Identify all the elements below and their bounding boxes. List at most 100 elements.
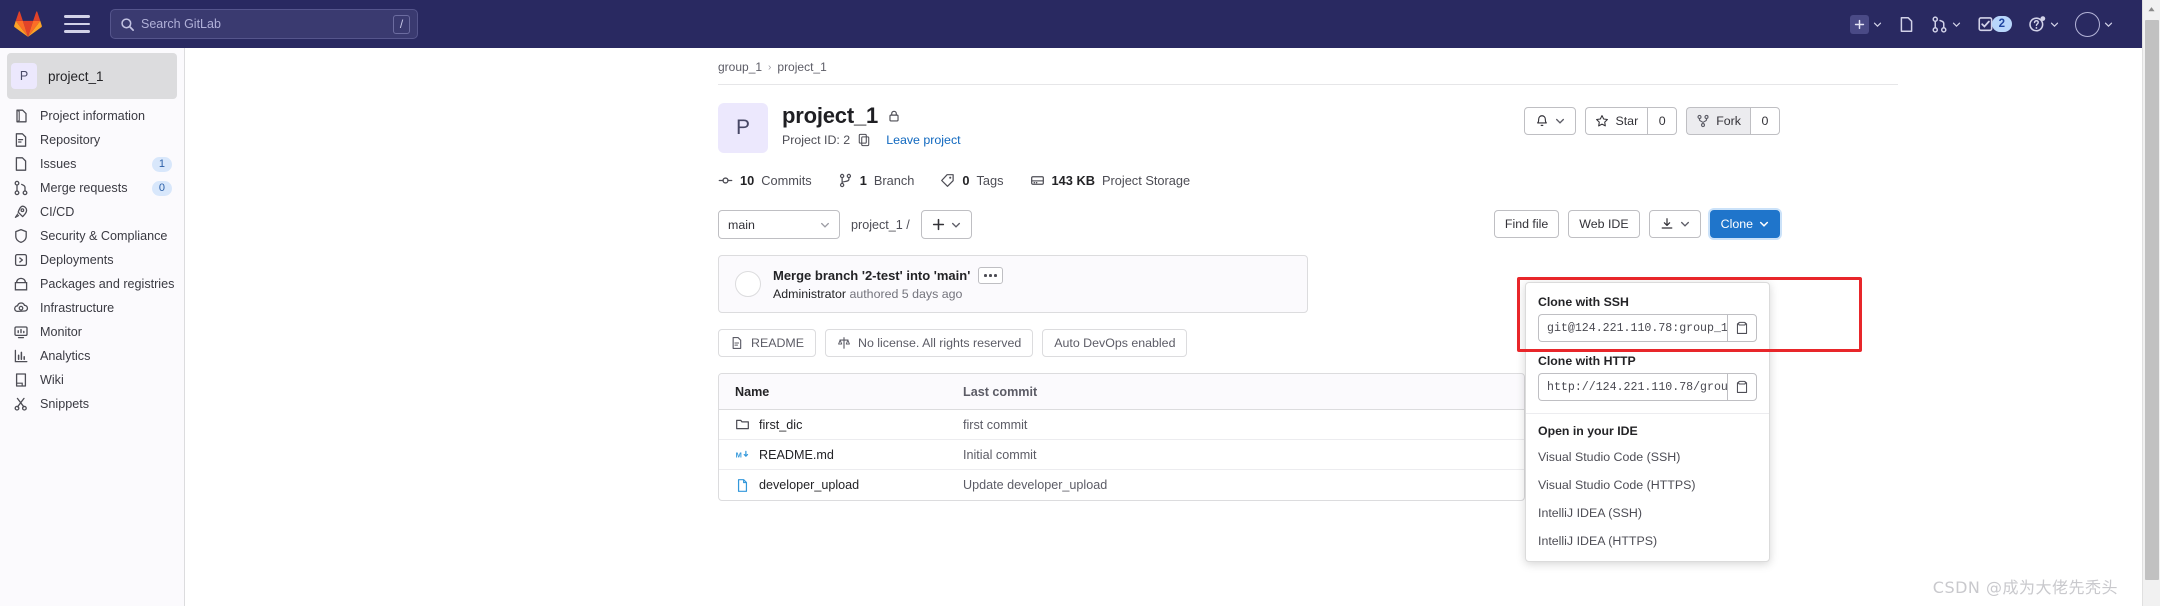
sidebar-item-packages-and-registries[interactable]: Packages and registries — [0, 272, 184, 296]
gitlab-project-page: / — [0, 0, 2160, 606]
file-name[interactable]: developer_upload — [759, 478, 859, 492]
sidebar-item-count: 1 — [151, 156, 172, 172]
commit-icon — [718, 177, 733, 184]
plus-icon — [932, 218, 944, 231]
sidebar-item-infrastructure[interactable]: Infrastructure — [0, 296, 184, 320]
merge-requests-dropdown-button[interactable] — [1924, 0, 1968, 48]
help-dropdown-button[interactable] — [2021, 0, 2066, 48]
stat-label: Project Storage — [1101, 173, 1191, 188]
branch-icon — [839, 173, 851, 188]
table-row[interactable]: M README.md Initial commit — [719, 440, 1524, 470]
file-last-commit[interactable]: first commit — [963, 418, 1524, 432]
sidebar-item-security-compliance[interactable]: Security & Compliance — [0, 224, 184, 248]
last-commit-card: Merge branch '2-test' into 'main' Admini… — [718, 255, 1308, 313]
download-source-dropdown[interactable] — [1648, 210, 1701, 238]
stat-commits[interactable]: 10 Commits — [718, 173, 812, 188]
stat-storage[interactable]: 143 KB Project Storage — [1030, 173, 1191, 188]
sidebar-item-label: Security & Compliance — [40, 229, 168, 243]
readme-doc-icon — [732, 337, 742, 349]
watermark-text: CSDN @成为大佬先秃头 — [1932, 578, 2118, 597]
auto-devops-badge[interactable]: Auto DevOps enabled — [1042, 329, 1188, 357]
sidebar-project-header[interactable]: P project_1 — [7, 53, 177, 99]
issues-link-button[interactable] — [1891, 0, 1922, 48]
leave-project-link[interactable]: Leave project — [886, 133, 960, 147]
sidebar-item-label: Analytics — [40, 349, 91, 363]
table-row[interactable]: developer_upload Update developer_upload — [719, 470, 1524, 500]
sidebar-item-merge-requests[interactable]: Merge requests 0 — [0, 176, 184, 200]
clone-dropdown-panel: Clone with SSH git@124.221.110.78:group_… — [1525, 282, 1770, 562]
plus-square-icon — [1849, 14, 1869, 34]
commit-author[interactable]: Administrator — [773, 287, 846, 301]
file-name[interactable]: README.md — [759, 448, 834, 462]
sidebar-item-ci-cd[interactable]: CI/CD — [0, 200, 184, 224]
file-last-commit[interactable]: Initial commit — [963, 448, 1524, 462]
breadcrumb-group[interactable]: group_1 — [718, 60, 762, 74]
ide-option-vscode-https[interactable]: Visual Studio Code (HTTPS) — [1526, 471, 1769, 499]
copy-http-url-button[interactable] — [1727, 373, 1757, 401]
sidebar-item-count: 0 — [151, 180, 172, 196]
avatar-icon — [2075, 11, 2100, 37]
star-label: Star — [1615, 114, 1639, 128]
copy-to-clipboard-icon[interactable] — [857, 133, 871, 147]
notification-dropdown-button[interactable] — [1524, 107, 1577, 135]
web-ide-button[interactable]: Web IDE — [1568, 210, 1640, 238]
search-shortcut-key: / — [393, 14, 410, 34]
clone-http-url-input[interactable]: http://124.221.110.78/group_1/p — [1538, 373, 1727, 401]
search-bar[interactable]: / — [110, 9, 418, 39]
ide-option-intellij-ssh[interactable]: IntelliJ IDEA (SSH) — [1526, 499, 1769, 527]
sidebar-item-analytics[interactable]: Analytics — [0, 344, 184, 368]
repo-path: project_1 / — [851, 217, 910, 232]
ellipsis-icon[interactable] — [978, 267, 1004, 284]
gitlab-logo[interactable] — [14, 10, 42, 38]
commit-message[interactable]: Merge branch '2-test' into 'main' — [773, 268, 970, 283]
ide-option-intellij-https[interactable]: IntelliJ IDEA (HTTPS) — [1526, 527, 1769, 555]
sidebar-item-deployments[interactable]: Deployments — [0, 248, 184, 272]
scissors-icon — [14, 397, 27, 411]
clone-button[interactable]: Clone — [1709, 210, 1780, 238]
branch-selector[interactable]: main — [718, 210, 840, 239]
file-name[interactable]: first_dic — [759, 418, 802, 432]
sidebar-item-label: Repository — [40, 133, 101, 147]
fork-button[interactable]: Fork — [1686, 107, 1750, 135]
star-button-group: Star 0 — [1585, 107, 1678, 135]
copy-ssh-url-button[interactable] — [1727, 314, 1757, 342]
sidebar-item-issues[interactable]: Issues 1 — [0, 152, 184, 176]
user-menu-button[interactable] — [2068, 0, 2120, 48]
clone-ssh-url-input[interactable]: git@124.221.110.78:group_1/proj — [1538, 314, 1727, 342]
new-dropdown-button[interactable] — [1843, 0, 1889, 48]
stat-tags[interactable]: 0 Tags — [940, 173, 1004, 188]
project-sidebar: P project_1 Project information Reposito… — [0, 48, 185, 606]
star-count[interactable]: 0 — [1647, 107, 1678, 135]
todos-link-button[interactable]: 2 — [1970, 0, 2019, 48]
breadcrumb-project[interactable]: project_1 — [777, 60, 826, 74]
star-button[interactable]: Star — [1585, 107, 1648, 135]
sidebar-item-snippets[interactable]: Snippets — [0, 392, 184, 416]
search-icon — [121, 17, 134, 31]
sidebar-item-wiki[interactable]: Wiki — [0, 368, 184, 392]
project-avatar-large: P — [718, 103, 768, 153]
sidebar-nav-list: Project information Repository Issues 1 — [0, 102, 184, 416]
file-last-commit[interactable]: Update developer_upload — [963, 478, 1524, 492]
ide-option-vscode-ssh[interactable]: Visual Studio Code (SSH) — [1526, 443, 1769, 471]
table-row[interactable]: first_dic first commit — [719, 410, 1524, 440]
scrollbar-thumb[interactable] — [2145, 20, 2159, 580]
readme-badge[interactable]: README — [718, 329, 817, 357]
fork-count[interactable]: 0 — [1750, 107, 1780, 135]
search-input[interactable] — [135, 17, 393, 31]
scroll-up-arrow-icon[interactable] — [2143, 0, 2160, 18]
license-badge[interactable]: No license. All rights reserved — [825, 329, 1034, 357]
find-file-button[interactable]: Find file — [1493, 210, 1560, 238]
stat-label: Commits — [761, 173, 812, 188]
add-to-repo-dropdown[interactable] — [920, 210, 972, 239]
sidebar-item-project-information[interactable]: Project information — [0, 104, 184, 128]
page-scrollbar[interactable] — [2142, 0, 2160, 606]
hamburger-menu-icon[interactable] — [64, 11, 90, 37]
sidebar-item-monitor[interactable]: Monitor — [0, 320, 184, 344]
sidebar-item-repository[interactable]: Repository — [0, 128, 184, 152]
sidebar-item-label: Wiki — [40, 373, 64, 387]
sidebar-item-label: Merge requests — [40, 181, 128, 195]
merge-request-icon — [14, 180, 28, 196]
badge-label: No license. All rights reserved — [858, 336, 1022, 350]
clone-panel-divider — [1526, 413, 1769, 414]
stat-branch[interactable]: 1 Branch — [838, 173, 914, 188]
